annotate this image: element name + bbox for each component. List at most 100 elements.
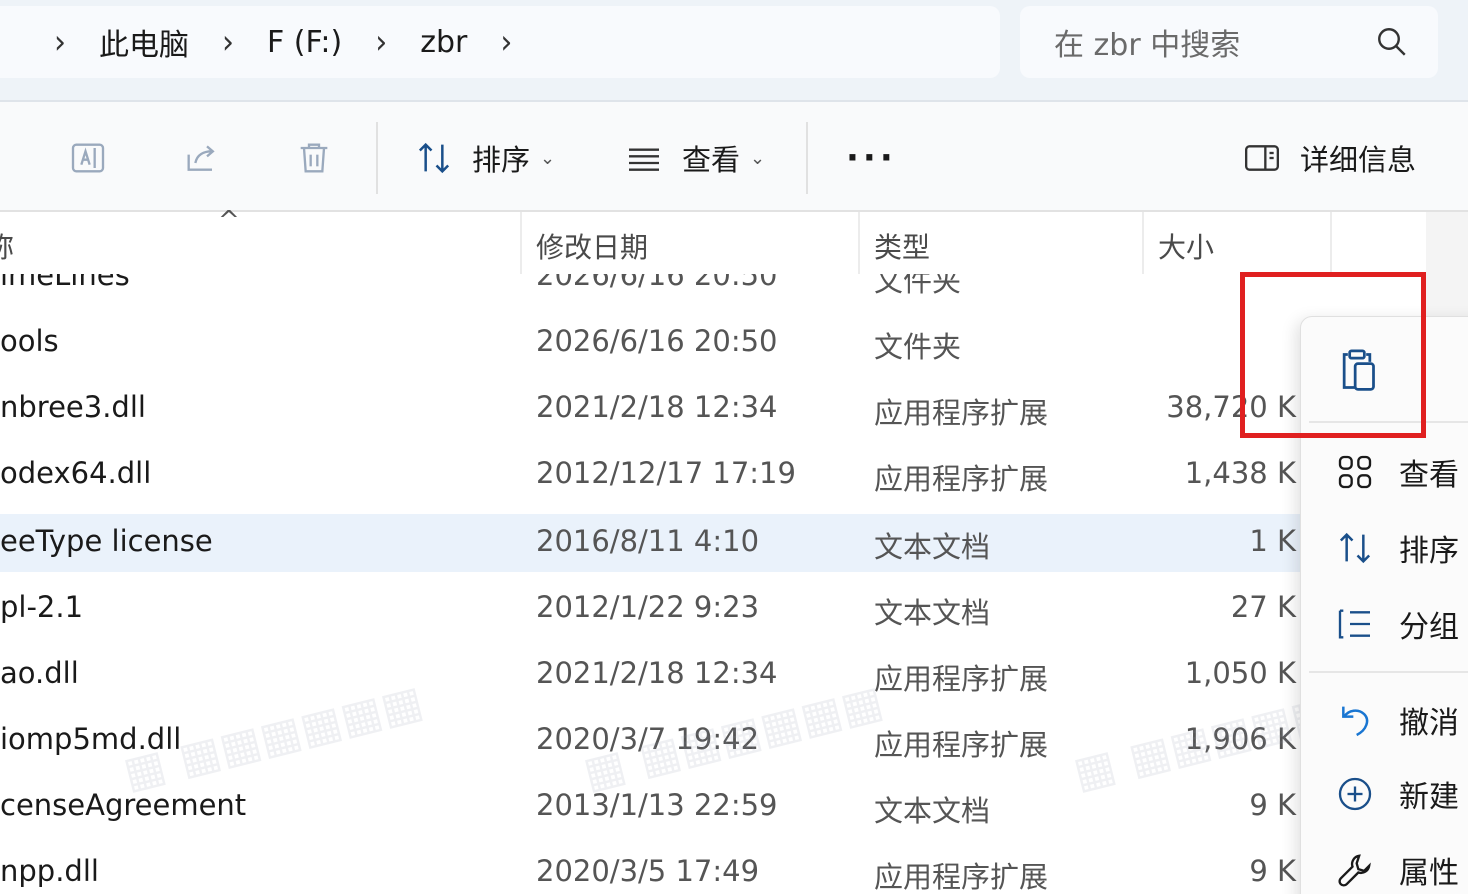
file-name: ools bbox=[0, 324, 59, 358]
file-date: 2021/2/18 12:34 bbox=[536, 656, 778, 690]
file-size: 9 K bbox=[1249, 854, 1296, 888]
more-options-button[interactable]: ··· bbox=[846, 138, 897, 178]
file-name: ao.dll bbox=[0, 656, 79, 690]
file-type: 应用程序扩展 bbox=[874, 728, 1049, 762]
annotation-highlight-box bbox=[1240, 272, 1426, 438]
breadcrumb-item-this-pc[interactable]: 此电脑 bbox=[99, 20, 189, 64]
file-type: 文本文档 bbox=[874, 794, 991, 828]
command-toolbar: 排序 ⌄ 查看 ⌄ ··· 详细信息 bbox=[0, 102, 1468, 212]
wrench-icon bbox=[1338, 854, 1371, 887]
chevron-down-icon: ⌄ bbox=[750, 147, 766, 169]
menu-item-label: 查看 bbox=[1399, 458, 1459, 493]
chevron-down-icon: ⌄ bbox=[540, 147, 556, 169]
file-date: 2020/3/5 17:49 bbox=[536, 854, 760, 888]
menu-item-label: 新建 bbox=[1399, 780, 1459, 815]
menu-item-label: 分组 bbox=[1399, 610, 1459, 645]
menu-item-group[interactable]: 分组 bbox=[1335, 599, 1459, 649]
file-size: 1 K bbox=[1249, 524, 1296, 558]
table-row[interactable]: odex64.dll 2012/12/17 17:19 应用程序扩展 1,438… bbox=[0, 446, 1430, 504]
menu-item-undo[interactable]: 撤消 bbox=[1335, 695, 1459, 745]
delete-icon[interactable] bbox=[294, 138, 334, 178]
column-header-type[interactable]: 类型 bbox=[874, 226, 930, 266]
new-icon bbox=[1338, 777, 1372, 811]
table-row[interactable]: npp.dll 2020/3/5 17:49 应用程序扩展 9 K bbox=[0, 844, 1430, 894]
undo-icon bbox=[1342, 706, 1369, 737]
file-size: 27 K bbox=[1230, 590, 1296, 624]
sort-button[interactable]: 排序 ⌄ bbox=[414, 130, 555, 186]
search-icon[interactable] bbox=[1374, 24, 1410, 60]
sort-icon bbox=[418, 142, 450, 174]
file-date: 2013/1/13 22:59 bbox=[536, 788, 778, 822]
table-row[interactable]: nbree3.dll 2021/2/18 12:34 应用程序扩展 38,720… bbox=[0, 380, 1430, 438]
file-type: 应用程序扩展 bbox=[874, 396, 1049, 430]
sort-ascending-icon: ^ bbox=[218, 206, 240, 236]
file-date: 2021/2/18 12:34 bbox=[536, 390, 778, 424]
file-name: nbree3.dll bbox=[0, 390, 146, 424]
file-name: odex64.dll bbox=[0, 456, 152, 490]
menu-item-label: 排序 bbox=[1399, 534, 1459, 569]
file-type: 文件夹 bbox=[874, 330, 962, 364]
file-type: 应用程序扩展 bbox=[874, 860, 1049, 894]
view-label: 查看 bbox=[682, 143, 741, 177]
toolbar-divider bbox=[376, 122, 378, 194]
file-name: npp.dll bbox=[0, 854, 99, 888]
table-row[interactable]: ools 2026/6/16 20:50 文件夹 bbox=[0, 314, 1430, 372]
column-divider[interactable] bbox=[1330, 212, 1332, 274]
file-type: 文本文档 bbox=[874, 596, 991, 630]
breadcrumb-separator[interactable]: › bbox=[491, 23, 521, 62]
breadcrumb-item-zbr[interactable]: zbr bbox=[420, 25, 467, 60]
column-header-name[interactable]: 称 bbox=[0, 226, 14, 266]
breadcrumb-separator[interactable]: › bbox=[45, 23, 75, 62]
column-headers: ^ 称 修改日期 类型 大小 bbox=[0, 206, 1468, 274]
table-row[interactable]: ao.dll 2021/2/18 12:34 应用程序扩展 1,050 K bbox=[0, 646, 1430, 704]
view-button[interactable]: 查看 ⌄ bbox=[624, 130, 765, 186]
file-size: 1,050 K bbox=[1184, 656, 1296, 690]
breadcrumb-separator[interactable]: › bbox=[366, 23, 396, 62]
column-divider[interactable] bbox=[858, 212, 860, 274]
file-type: 应用程序扩展 bbox=[874, 462, 1049, 496]
menu-item-properties[interactable]: 属性 bbox=[1335, 845, 1459, 894]
table-row-selected[interactable]: eeType license 2016/8/11 4:10 文本文档 1 K bbox=[0, 514, 1430, 572]
menu-item-view[interactable]: 查看 bbox=[1335, 447, 1459, 497]
breadcrumb[interactable]: › 此电脑 › F (F:) › zbr › bbox=[0, 6, 1000, 78]
details-label: 详细信息 bbox=[1300, 143, 1417, 177]
file-date: 2012/12/17 17:19 bbox=[536, 456, 796, 490]
file-size: 1,438 K bbox=[1184, 456, 1296, 490]
file-name: pl-2.1 bbox=[0, 590, 84, 624]
menu-item-label: 属性 bbox=[1399, 856, 1459, 891]
list-view-icon bbox=[629, 148, 659, 171]
table-row[interactable]: censeAgreement 2013/1/13 22:59 文本文档 9 K bbox=[0, 778, 1430, 836]
address-band: › 此电脑 › F (F:) › zbr › 在 zbr 中搜索 bbox=[0, 0, 1468, 102]
search-input[interactable]: 在 zbr 中搜索 bbox=[1020, 6, 1438, 78]
table-row[interactable]: pl-2.1 2012/1/22 9:23 文本文档 27 K bbox=[0, 580, 1430, 638]
file-size: 9 K bbox=[1249, 788, 1296, 822]
sort-label: 排序 bbox=[472, 143, 531, 177]
file-type: 应用程序扩展 bbox=[874, 662, 1049, 696]
file-name: eeType license bbox=[0, 524, 213, 558]
file-date: 2016/8/11 4:10 bbox=[536, 524, 760, 558]
breadcrumb-separator[interactable]: › bbox=[213, 23, 243, 62]
column-header-size[interactable]: 大小 bbox=[1158, 226, 1214, 266]
breadcrumb-item-drive-f[interactable]: F (F:) bbox=[267, 25, 342, 60]
file-type: 文本文档 bbox=[874, 530, 991, 564]
search-placeholder: 在 zbr 中搜索 bbox=[1054, 28, 1241, 63]
file-list: imeLines 2026/6/16 20:50 文件夹 ools 2026/6… bbox=[0, 248, 1430, 894]
file-date: 2026/6/16 20:50 bbox=[536, 324, 778, 358]
column-divider[interactable] bbox=[1142, 212, 1144, 274]
grid-icon bbox=[1338, 455, 1372, 489]
file-name: censeAgreement bbox=[0, 788, 247, 822]
share-icon[interactable] bbox=[182, 138, 222, 178]
menu-separator bbox=[1309, 671, 1468, 673]
rename-icon[interactable] bbox=[68, 138, 108, 178]
menu-item-label: 撤消 bbox=[1399, 706, 1459, 741]
toolbar-divider bbox=[806, 122, 808, 194]
menu-item-sort[interactable]: 排序 bbox=[1335, 523, 1459, 573]
group-icon bbox=[1338, 609, 1370, 639]
sort-icon bbox=[1339, 532, 1371, 564]
breadcrumb-root-edge bbox=[0, 27, 21, 57]
file-explorer-window: › 此电脑 › F (F:) › zbr › 在 zbr 中搜索 排序 ⌄ 查看… bbox=[0, 0, 1468, 894]
details-pane-button[interactable]: 详细信息 bbox=[1242, 130, 1416, 186]
column-header-date[interactable]: 修改日期 bbox=[536, 226, 648, 266]
column-divider[interactable] bbox=[520, 212, 522, 274]
menu-item-new[interactable]: 新建 bbox=[1335, 769, 1459, 819]
